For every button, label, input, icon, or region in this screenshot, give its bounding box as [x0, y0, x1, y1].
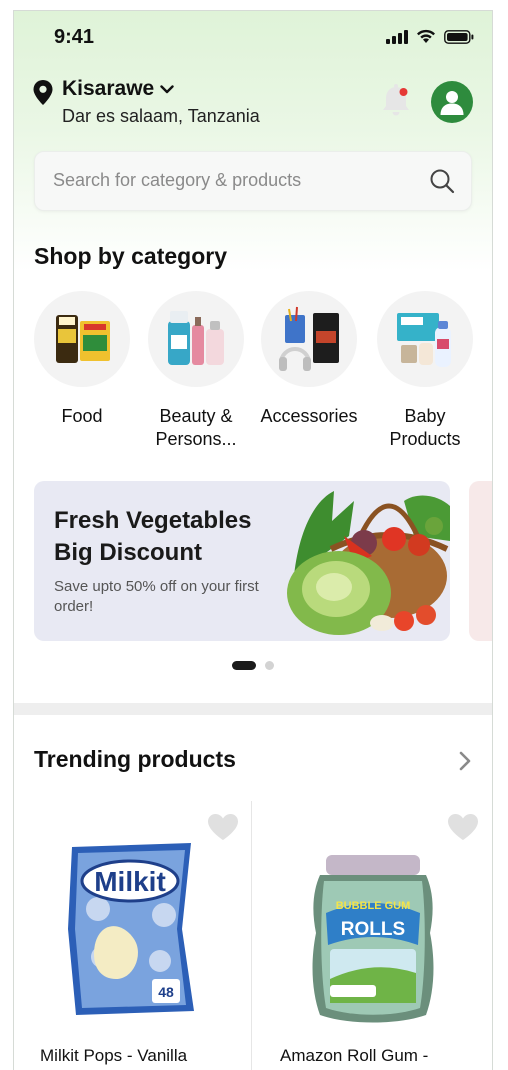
category-label: Baby Products [389, 406, 461, 449]
product-image: ROLLS BUBBLE GUM [312, 855, 434, 1023]
product-card[interactable]: ROLLS BUBBLE GUM Amazon Roll Gum - [253, 801, 491, 1070]
promo-banner[interactable]: Fresh Vegetables Big Discount Save upto … [34, 481, 450, 641]
location-city: Kisarawe [62, 77, 155, 100]
status-icons [386, 29, 474, 44]
svg-text:BUBBLE GUM: BUBBLE GUM [336, 900, 411, 912]
product-card[interactable]: Milkit 48 Milkit Pops - Vanilla [14, 801, 252, 1070]
category-food[interactable]: Food [27, 291, 137, 428]
notification-dot [399, 88, 408, 96]
search-input[interactable] [53, 170, 413, 191]
heart-icon[interactable] [447, 813, 479, 841]
chevron-right-icon[interactable] [458, 751, 472, 771]
location-pin-icon[interactable] [33, 80, 53, 105]
location-selector[interactable]: Kisarawe [62, 77, 174, 101]
category-food-image [34, 291, 130, 387]
search-bar[interactable] [34, 151, 472, 211]
carousel-dot-active[interactable] [232, 661, 256, 670]
svg-text:48: 48 [158, 984, 174, 1000]
banner-title: Fresh Vegetables Big Discount [54, 507, 252, 566]
heart-icon[interactable] [207, 813, 239, 841]
category-baby-products[interactable]: Baby Products [370, 291, 480, 451]
app-screen: 9:41 Kisarawe Dar es salaam, Tanzania Se… [13, 10, 493, 1070]
status-bar: 9:41 [14, 11, 492, 63]
carousel-dot[interactable] [265, 661, 274, 670]
category-accessories[interactable]: Accessories [254, 291, 364, 428]
product-name: Milkit Pops - Vanilla [40, 1046, 188, 1065]
category-beauty-image [148, 291, 244, 387]
product-name: Amazon Roll Gum - [280, 1046, 429, 1065]
category-baby-products-image [377, 291, 473, 387]
next-banner-preview[interactable] [469, 481, 492, 641]
signal-icon [386, 29, 408, 44]
category-accessories-image [261, 291, 357, 387]
product-image: Milkit 48 [68, 843, 194, 1015]
status-time: 9:41 [54, 26, 95, 48]
category-label: Beauty & Persons... [155, 406, 237, 449]
section-divider [14, 703, 492, 715]
profile-avatar[interactable] [431, 81, 473, 123]
trending-products-title: Trending products [34, 746, 236, 772]
banner-subtitle: Save upto 50% off on your first order! [54, 578, 259, 615]
category-label: Accessories [260, 406, 358, 426]
bell-icon[interactable] [380, 83, 414, 119]
location-region: Dar es salaam, Tanzania [62, 106, 260, 126]
chevron-down-icon [160, 84, 174, 93]
svg-text:Milkit: Milkit [94, 866, 166, 897]
category-beauty[interactable]: Beauty & Persons... [141, 291, 251, 451]
wifi-icon [417, 29, 435, 43]
shop-by-category-title: Shop by category [34, 243, 227, 269]
category-label: Food [61, 406, 103, 426]
search-icon[interactable] [429, 168, 455, 194]
user-icon [440, 91, 464, 115]
battery-icon [444, 29, 474, 44]
vegetables-image [287, 491, 450, 635]
svg-text:ROLLS: ROLLS [341, 919, 405, 940]
